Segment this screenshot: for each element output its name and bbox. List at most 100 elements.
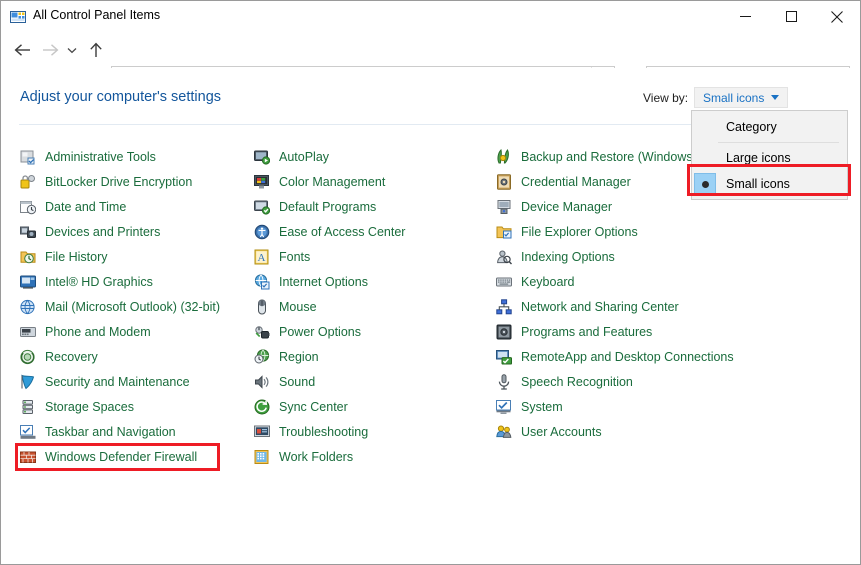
control-panel-item[interactable]: Taskbar and Navigation [20,419,245,444]
control-panel-item-label: User Accounts [521,424,602,439]
control-panel-item[interactable]: A Fonts [254,244,484,269]
view-by-dropdown-menu[interactable]: Category Large icons Small icons [691,110,848,200]
control-panel-item[interactable]: Keyboard [496,269,746,294]
control-panel-item[interactable]: Date and Time [20,194,245,219]
control-panel-item[interactable]: Storage Spaces [20,394,245,419]
view-by-option-large-icons[interactable]: Large icons [692,145,847,171]
view-by-option-label: Category [726,120,777,134]
control-panel-item[interactable]: Intel® HD Graphics [20,269,245,294]
window-title: All Control Panel Items [33,8,161,22]
recent-locations-chevron-down-icon[interactable] [63,37,81,63]
control-panel-item-label: Internet Options [279,274,368,289]
control-panel-item[interactable]: RemoteApp and Desktop Connections [496,344,746,369]
view-by-option-small-icons[interactable]: Small icons [692,171,847,197]
control-panel-item[interactable]: Indexing Options [496,244,746,269]
control-panel-item[interactable]: Mouse [254,294,484,319]
control-panel-item[interactable]: Security and Maintenance [20,369,245,394]
navigation-bar: › Control Panel › All Control Panel Item… [1,32,860,90]
svg-text:A: A [258,252,266,264]
control-panel-item-label: Mouse [279,299,317,314]
control-panel-item[interactable]: Ease of Access Center [254,219,484,244]
control-panel-item-label: Devices and Printers [45,224,161,239]
work-folders-icon [254,449,270,465]
control-panel-item[interactable]: Devices and Printers [20,219,245,244]
control-panel-item[interactable]: Mail (Microsoft Outlook) (32-bit) [20,294,245,319]
control-panel-item[interactable]: Internet Options [254,269,484,294]
region-icon [254,348,270,365]
control-panel-item[interactable]: Windows Defender Firewall [20,444,245,469]
control-panel-item[interactable]: User Accounts [496,419,746,444]
control-panel-item[interactable]: System [496,394,746,419]
control-panel-item[interactable]: Region [254,344,484,369]
control-panel-item[interactable]: Work Folders [254,444,484,469]
view-by-button[interactable]: Small icons [694,87,789,108]
control-panel-item[interactable]: Phone and Modem [20,319,245,344]
control-panel-item-label: Security and Maintenance [45,374,190,389]
chevron-down-icon [771,95,780,100]
control-panel-item[interactable]: Recovery [20,344,245,369]
menu-divider [718,142,839,143]
view-by-value: Small icons [703,90,765,105]
intel-hd-graphics-icon [20,274,36,290]
control-panel-item-label: Device Manager [521,199,613,214]
control-panel-item-label: BitLocker Drive Encryption [45,174,193,189]
control-panel-item-label: Intel® HD Graphics [45,274,153,289]
control-panel-item[interactable]: Speech Recognition [496,369,746,394]
control-panel-item-label: Date and Time [45,199,127,214]
back-button[interactable] [9,37,35,63]
control-panel-item[interactable]: File History [20,244,245,269]
control-panel-item-label: Administrative Tools [45,149,156,164]
control-panel-item[interactable]: Administrative Tools [20,144,245,169]
control-panel-item-label: File Explorer Options [521,224,638,239]
window-controls [722,1,860,32]
device-manager-icon [496,199,512,215]
control-panel-item[interactable]: Sound [254,369,484,394]
control-panel-item-label: Ease of Access Center [279,224,406,239]
view-by-option-category[interactable]: Category [692,114,847,140]
radio-icon [694,116,716,138]
control-panel-item[interactable]: AutoPlay [254,144,484,169]
control-panel-item-label: Credential Manager [521,174,631,189]
indexing-options-icon [496,249,512,265]
network-and-sharing-icon [496,298,512,315]
sound-icon [254,374,270,390]
control-panel-item[interactable]: Network and Sharing Center [496,294,746,319]
control-panel-item-label: File History [45,249,108,264]
minimize-button[interactable] [722,1,768,32]
close-button[interactable] [814,1,860,32]
content-area: Adjust your computer's settings View by:… [2,68,859,563]
windows-defender-firewall-icon [20,449,36,465]
control-panel-item-label: Fonts [279,249,311,264]
control-panel-item[interactable]: File Explorer Options [496,219,746,244]
control-panel-window: All Control Panel Items Adjust your comp… [0,0,861,565]
control-panel-item[interactable]: Sync Center [254,394,484,419]
control-panel-item-label: AutoPlay [279,149,330,164]
view-by-option-label: Small icons [726,177,790,191]
speech-recognition-icon [496,373,512,390]
power-options-icon [254,324,270,340]
control-panel-item-label: Network and Sharing Center [521,299,679,314]
control-panel-item[interactable]: Programs and Features [496,319,746,344]
default-programs-icon [254,199,270,215]
fonts-icon: A [254,249,270,265]
mouse-icon [254,299,270,315]
control-panel-item[interactable]: Troubleshooting [254,419,484,444]
maximize-button[interactable] [768,1,814,32]
control-panel-item[interactable]: Color Management [254,169,484,194]
control-panel-item[interactable]: BitLocker Drive Encryption [20,169,245,194]
forward-button[interactable] [37,37,63,63]
control-panel-item-label: Mail (Microsoft Outlook) (32-bit) [45,299,221,314]
file-explorer-options-icon [496,224,512,240]
items-column-1: Administrative Tools BitLocker Drive Encr… [20,144,245,469]
title-bar: All Control Panel Items [1,1,860,32]
date-and-time-icon [20,199,36,215]
keyboard-icon [496,274,512,290]
control-panel-item[interactable]: Power Options [254,319,484,344]
control-panel-item-label: Sync Center [279,399,348,414]
remoteapp-icon [496,349,512,365]
up-button[interactable] [83,37,109,63]
control-panel-item[interactable]: Default Programs [254,194,484,219]
view-by-option-label: Large icons [726,151,791,165]
radio-dot [701,180,709,188]
control-panel-item-label: Windows Defender Firewall [45,449,198,464]
